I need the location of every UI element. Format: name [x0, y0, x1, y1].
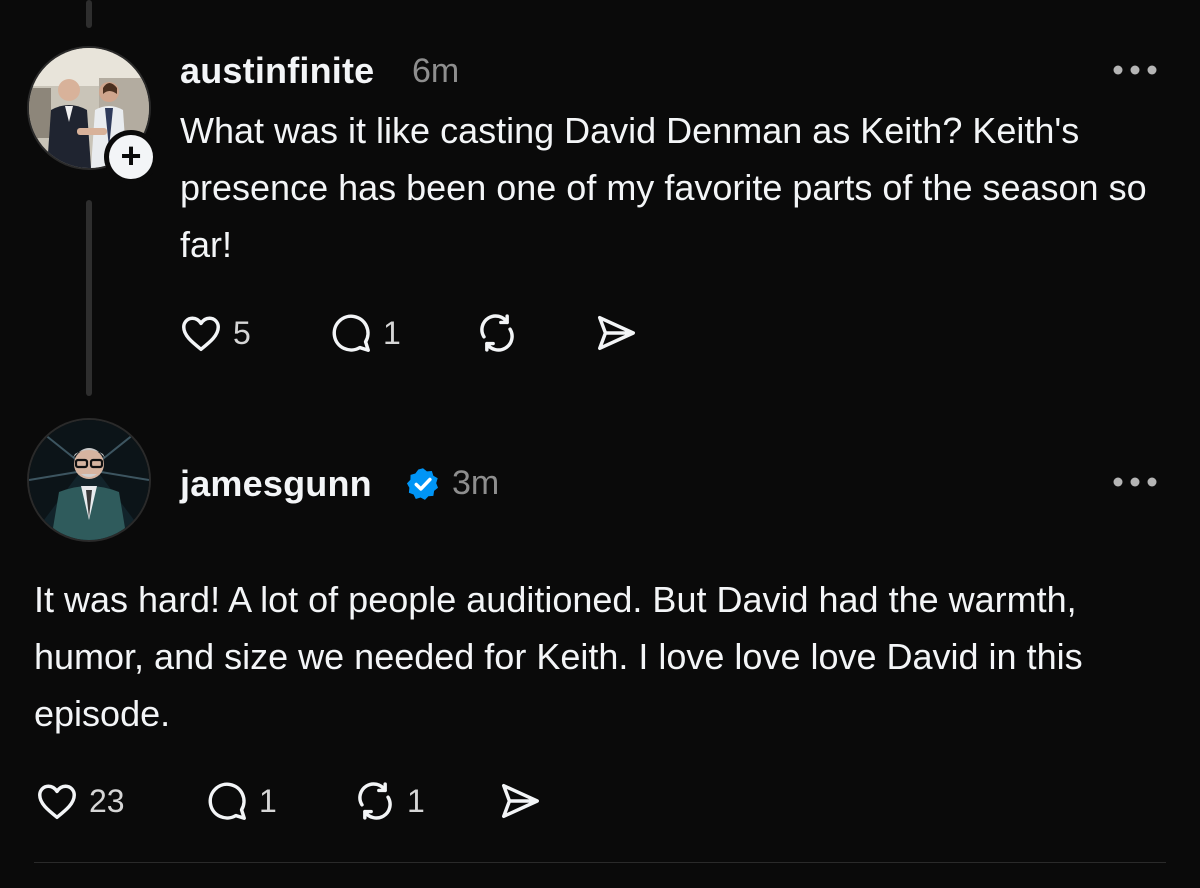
more-icon[interactable]	[1112, 64, 1158, 76]
like-button[interactable]: 23	[34, 776, 125, 826]
post-timestamp: 6m	[412, 52, 460, 90]
threads-conversation: + austinfinite 6m What was it like casti…	[0, 0, 1200, 888]
comment-icon	[332, 314, 370, 352]
repost-button[interactable]	[474, 308, 529, 358]
reply-button[interactable]: 1	[204, 776, 277, 826]
share-button[interactable]	[496, 776, 544, 826]
thread-line-top	[86, 0, 92, 28]
post-body: What was it like casting David Denman as…	[180, 110, 1147, 265]
plus-icon: +	[120, 135, 142, 176]
comment-icon	[208, 782, 246, 820]
post-actions: 23 1 1	[34, 776, 554, 826]
reply-button[interactable]: 1	[328, 308, 401, 358]
like-button[interactable]: 5	[178, 308, 251, 358]
post-actions: 5 1	[178, 308, 658, 358]
username-jamesgunn[interactable]: jamesgunn	[180, 463, 372, 505]
heart-icon	[38, 784, 76, 820]
like-count: 5	[233, 314, 251, 351]
post-divider	[34, 862, 1166, 863]
avatar-jamesgunn[interactable]	[29, 420, 149, 540]
share-icon	[501, 783, 539, 819]
more-icon[interactable]	[1112, 476, 1158, 488]
repost-icon	[480, 314, 514, 352]
reply-count: 1	[383, 314, 401, 351]
reply-count: 1	[259, 782, 277, 819]
post-body: It was hard! A lot of people auditioned.…	[34, 579, 1083, 734]
repost-count: 1	[407, 782, 425, 819]
repost-button[interactable]: 1	[352, 776, 425, 826]
follow-plus-button[interactable]: +	[109, 135, 153, 179]
share-button[interactable]	[592, 308, 640, 358]
share-icon	[597, 315, 635, 351]
verified-badge-icon	[406, 468, 438, 500]
like-count: 23	[89, 782, 125, 819]
username-austinfinite[interactable]: austinfinite	[180, 50, 374, 92]
repost-icon	[358, 782, 392, 820]
thread-line-connector	[86, 200, 92, 396]
heart-icon	[182, 316, 220, 352]
post-timestamp: 3m	[452, 464, 500, 502]
